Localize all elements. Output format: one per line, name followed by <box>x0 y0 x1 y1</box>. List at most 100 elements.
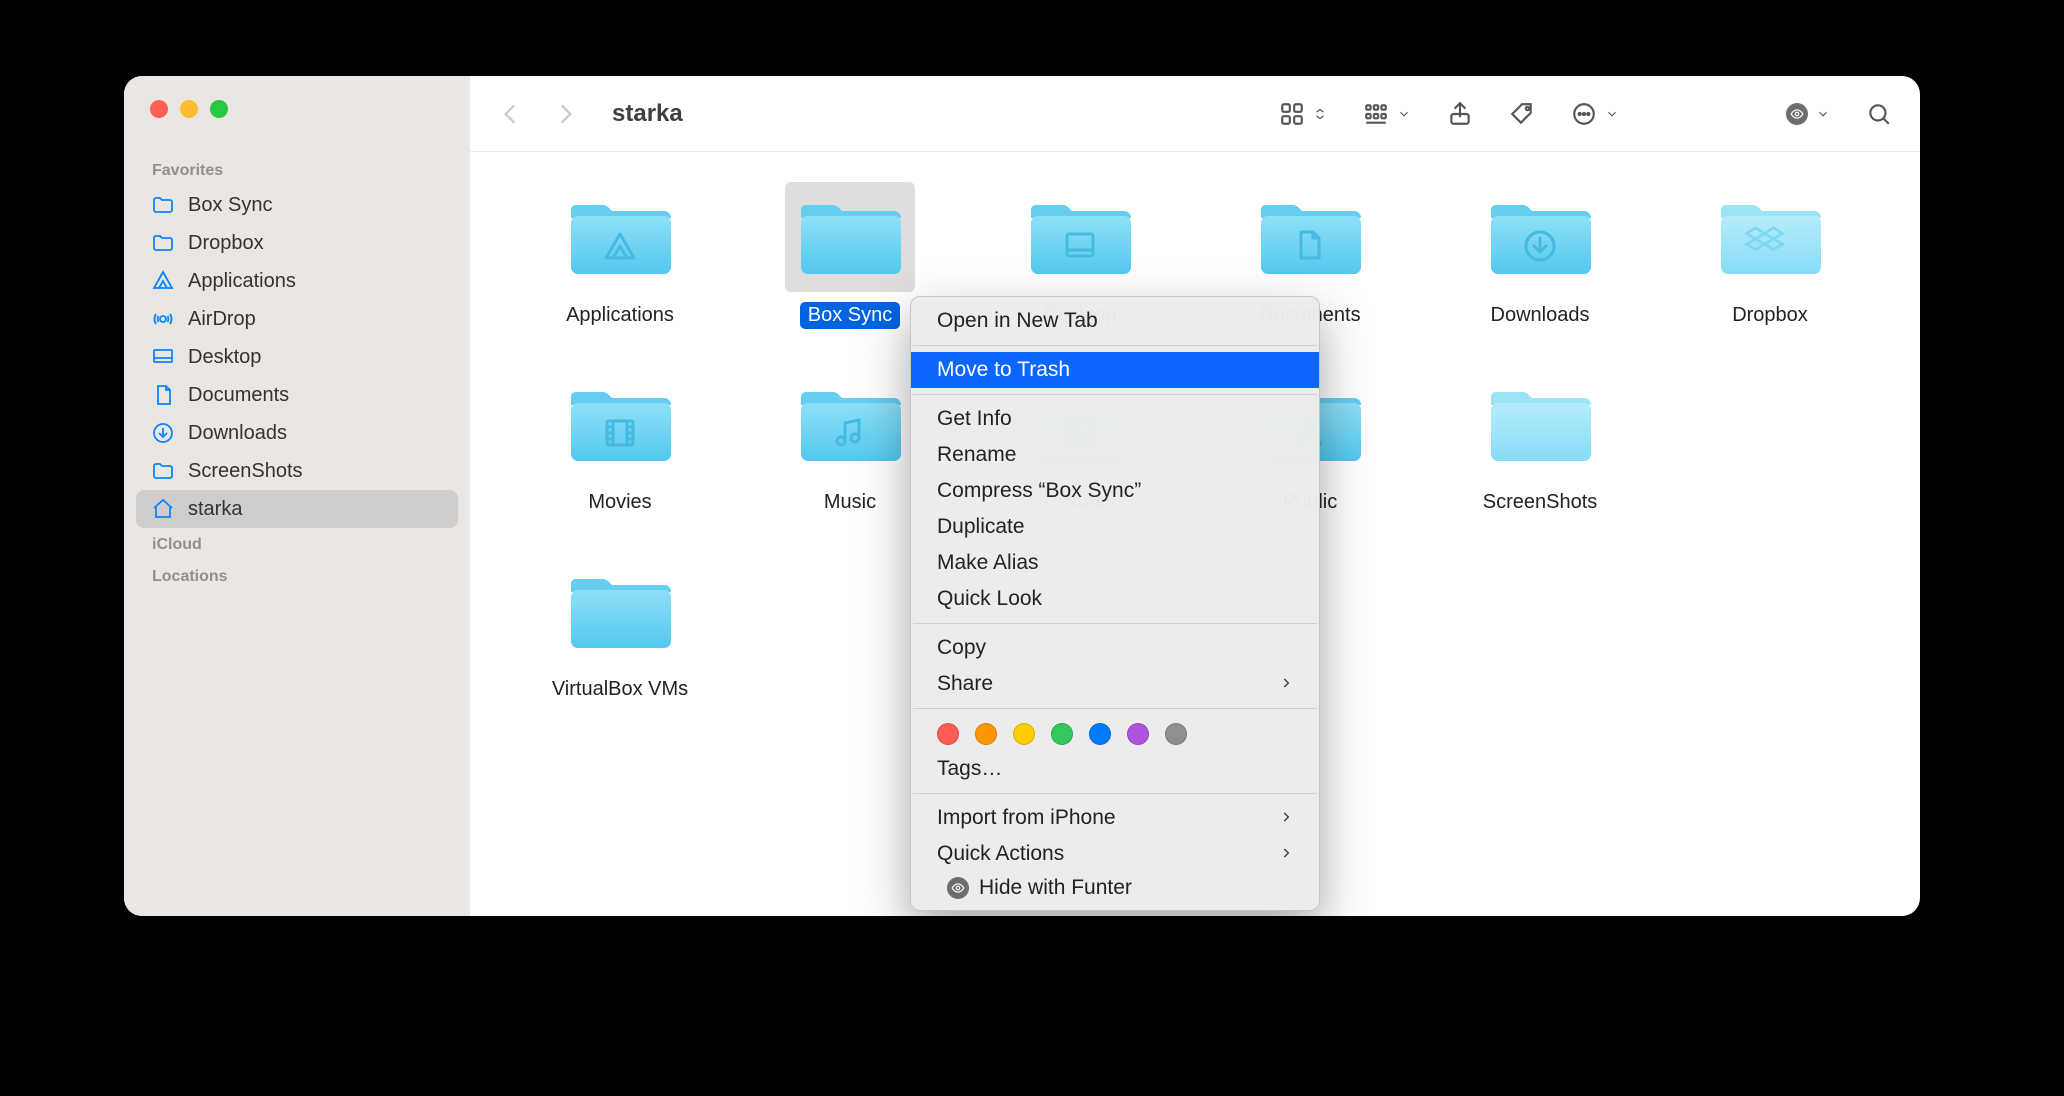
context-menu-separator <box>913 708 1317 709</box>
sidebar-item-documents[interactable]: Documents <box>136 376 458 414</box>
sidebar-item-downloads[interactable]: Downloads <box>136 414 458 452</box>
folder-icon <box>150 230 176 256</box>
folder-item-screenshots[interactable]: ScreenShots <box>1430 369 1650 516</box>
home-icon <box>150 496 176 522</box>
back-button[interactable] <box>498 101 524 127</box>
context-menu-item[interactable]: Import from iPhone <box>911 800 1319 836</box>
folder-item-downloads[interactable]: Downloads <box>1430 182 1650 329</box>
folder-label: Box Sync <box>800 302 900 329</box>
tag-color[interactable] <box>1127 723 1149 745</box>
context-menu-item[interactable]: Duplicate <box>911 509 1319 545</box>
sidebar-item-starka[interactable]: starka <box>136 490 458 528</box>
context-menu-item[interactable]: Compress “Box Sync” <box>911 473 1319 509</box>
folder-label: Movies <box>580 489 659 516</box>
context-menu-label: Copy <box>937 636 986 660</box>
tag-color[interactable] <box>1051 723 1073 745</box>
view-mode-button[interactable] <box>1279 101 1327 127</box>
context-menu-item[interactable]: Copy <box>911 630 1319 666</box>
folder-icon <box>1015 182 1145 292</box>
sidebar: Favorites Box Sync Dropbox Applications AirD… <box>124 76 470 916</box>
context-menu-separator <box>913 623 1317 624</box>
folder-label: Applications <box>558 302 682 329</box>
context-menu-item[interactable]: Get Info <box>911 401 1319 437</box>
context-menu-label: Import from iPhone <box>937 806 1116 830</box>
context-menu-separator <box>913 793 1317 794</box>
folder-icon <box>785 182 915 292</box>
folder-item-virtualbox-vms[interactable]: VirtualBox VMs <box>510 556 730 703</box>
tag-color[interactable] <box>937 723 959 745</box>
context-menu-item[interactable]: Quick Look <box>911 581 1319 617</box>
folder-label: Dropbox <box>1724 302 1816 329</box>
context-menu-label: Compress “Box Sync” <box>937 479 1141 503</box>
chevron-right-icon <box>1279 672 1293 696</box>
chevron-right-icon <box>1279 842 1293 866</box>
folder-item-applications[interactable]: Applications <box>510 182 730 329</box>
tag-color[interactable] <box>975 723 997 745</box>
tag-color[interactable] <box>1089 723 1111 745</box>
maximize-window-button[interactable] <box>210 100 228 118</box>
folder-icon <box>785 369 915 479</box>
folder-icon <box>555 182 685 292</box>
sidebar-item-applications[interactable]: Applications <box>136 262 458 300</box>
context-menu-label: Open in New Tab <box>937 309 1098 333</box>
sidebar-item-label: Applications <box>188 270 296 293</box>
search-button[interactable] <box>1866 101 1892 127</box>
context-menu-item[interactable]: Tags… <box>911 751 1319 787</box>
close-window-button[interactable] <box>150 100 168 118</box>
folder-item-movies[interactable]: Movies <box>510 369 730 516</box>
context-menu-item[interactable]: Share <box>911 666 1319 702</box>
context-menu-label: Duplicate <box>937 515 1025 539</box>
forward-button[interactable] <box>552 101 578 127</box>
folder-label: ScreenShots <box>1475 489 1606 516</box>
document-icon <box>150 382 176 408</box>
folder-icon <box>1705 182 1835 292</box>
context-menu-separator <box>913 394 1317 395</box>
funter-toolbar-button[interactable] <box>1786 101 1830 127</box>
context-menu-label: Share <box>937 672 993 696</box>
sidebar-item-box-sync[interactable]: Box Sync <box>136 186 458 224</box>
tags-button[interactable] <box>1509 101 1535 127</box>
action-menu-button[interactable] <box>1571 101 1619 127</box>
context-menu-item[interactable]: Hide with Funter <box>911 872 1319 904</box>
sidebar-header: iCloud <box>136 528 458 560</box>
folder-icon <box>555 369 685 479</box>
context-menu-label: Quick Actions <box>937 842 1064 866</box>
context-menu-label: Make Alias <box>937 551 1039 575</box>
sidebar-item-label: Downloads <box>188 422 287 445</box>
toolbar: starka <box>470 76 1920 152</box>
context-menu-label: Rename <box>937 443 1016 467</box>
context-menu-tag-colors <box>911 715 1319 751</box>
sidebar-header: Favorites <box>136 154 458 186</box>
folder-item-dropbox[interactable]: Dropbox <box>1660 182 1880 329</box>
minimize-window-button[interactable] <box>180 100 198 118</box>
context-menu-item[interactable]: Move to Trash <box>911 352 1319 388</box>
folder-icon <box>150 458 176 484</box>
context-menu-separator <box>913 345 1317 346</box>
context-menu-label: Quick Look <box>937 587 1042 611</box>
desktop-icon <box>150 344 176 370</box>
folder-icon <box>1245 182 1375 292</box>
sidebar-item-label: AirDrop <box>188 308 256 331</box>
tag-color[interactable] <box>1013 723 1035 745</box>
context-menu-item[interactable]: Open in New Tab <box>911 303 1319 339</box>
sidebar-item-desktop[interactable]: Desktop <box>136 338 458 376</box>
eye-icon <box>1786 103 1808 125</box>
sidebar-item-screenshots[interactable]: ScreenShots <box>136 452 458 490</box>
window-title: starka <box>612 100 683 128</box>
context-menu-item[interactable]: Make Alias <box>911 545 1319 581</box>
window-controls <box>136 100 458 118</box>
sidebar-item-airdrop[interactable]: AirDrop <box>136 300 458 338</box>
context-menu-item[interactable]: Quick Actions <box>911 836 1319 872</box>
folder-label: Music <box>816 489 884 516</box>
sidebar-item-dropbox[interactable]: Dropbox <box>136 224 458 262</box>
context-menu-label: Hide with Funter <box>979 876 1132 900</box>
sidebar-item-label: ScreenShots <box>188 460 303 483</box>
context-menu: Open in New Tab Move to Trash Get Info Rena… <box>910 296 1320 911</box>
group-by-button[interactable] <box>1363 101 1411 127</box>
share-button[interactable] <box>1447 101 1473 127</box>
sidebar-item-label: starka <box>188 498 242 521</box>
context-menu-label: Get Info <box>937 407 1012 431</box>
tag-color[interactable] <box>1165 723 1187 745</box>
sidebar-item-label: Box Sync <box>188 194 272 217</box>
context-menu-item[interactable]: Rename <box>911 437 1319 473</box>
